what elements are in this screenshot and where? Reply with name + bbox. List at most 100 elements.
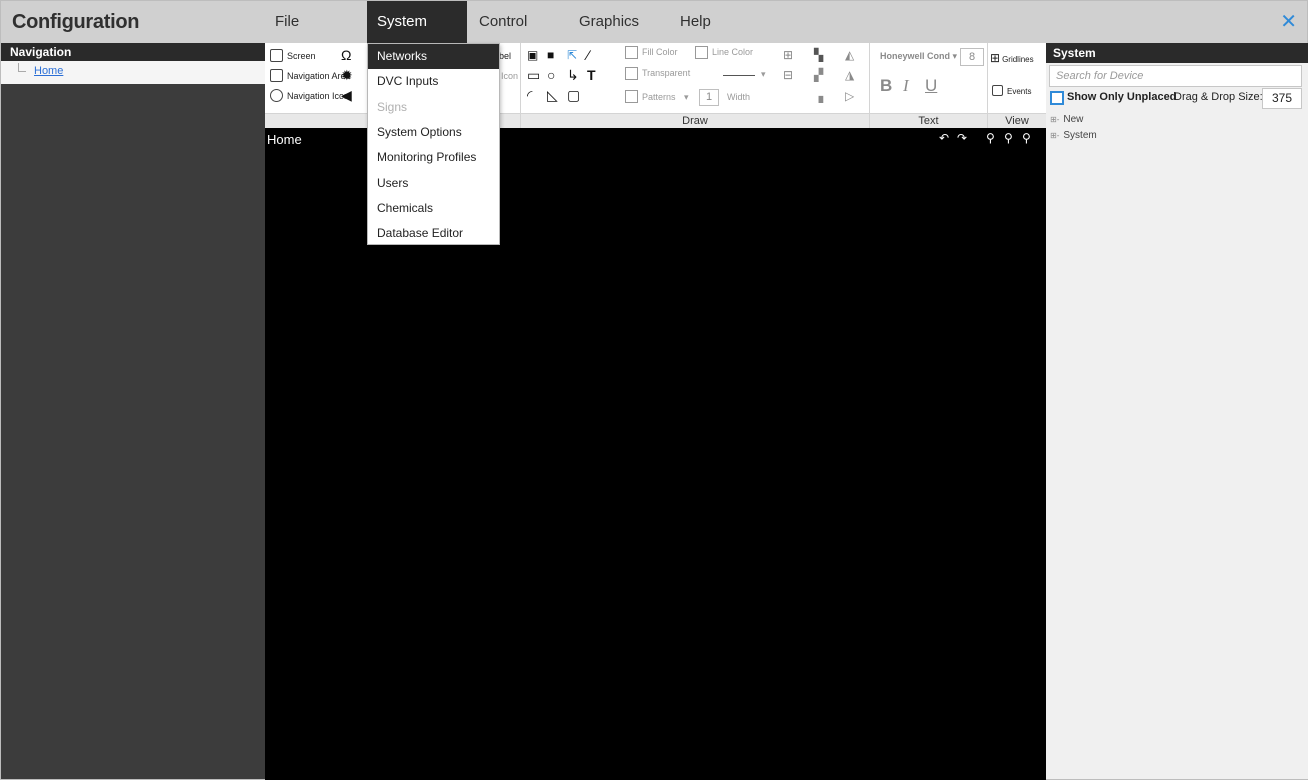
screen-label: Screen (287, 51, 316, 61)
navigation-icon-label: Navigation Icon (287, 91, 350, 101)
expand-icon[interactable]: ⊞- (1050, 131, 1059, 140)
line-icon[interactable]: ∕ (587, 47, 589, 63)
line-style-preview[interactable] (723, 75, 755, 76)
bring-front-icon[interactable]: ■ (547, 47, 554, 63)
transparent-label: Transparent (642, 68, 691, 78)
app-title: Configuration (12, 11, 140, 33)
text-tool-icon[interactable]: T (587, 67, 596, 83)
system-tree-item-new[interactable]: ⊞- New (1050, 114, 1083, 125)
screen-icon (270, 49, 283, 63)
navigation-icon-button[interactable]: Navigation Icon (270, 88, 349, 104)
navigation-area-button[interactable]: Navigation Area (270, 68, 351, 84)
navigation-pane: Navigation Home (1, 43, 265, 779)
show-unplaced-label: Show Only Unplaced (1067, 91, 1177, 103)
width-input[interactable]: 1 (699, 89, 719, 106)
zoom-in-icon[interactable]: ⚲ (986, 131, 995, 145)
speaker-icon[interactable]: ◀ (341, 87, 352, 103)
menu-item-networks[interactable]: Networks (368, 44, 499, 70)
gridlines-label: Gridlines (1002, 55, 1034, 64)
menu-control[interactable]: Control (469, 1, 569, 43)
menu-item-system-options[interactable]: System Options (368, 120, 499, 145)
events-icon (992, 85, 1003, 97)
system-menu-dropdown: Networks DVC Inputs Signs System Options… (367, 43, 500, 245)
menu-graphics[interactable]: Graphics (569, 1, 669, 43)
menu-item-users[interactable]: Users (368, 171, 499, 196)
draw-footer: Draw (521, 113, 869, 128)
polyline-icon[interactable]: ↳ (567, 67, 579, 83)
fill-color-swatch[interactable] (625, 46, 638, 59)
patterns-dropdown-icon[interactable]: ▾ (684, 92, 689, 103)
flip-vertical-icon[interactable]: ▷ (845, 89, 854, 103)
show-unplaced-checkbox[interactable] (1050, 91, 1064, 105)
patterns-swatch[interactable] (625, 90, 638, 103)
italic-button[interactable]: I (903, 76, 909, 96)
screen-button[interactable]: Screen (270, 48, 316, 64)
app-window: Configuration File System Control Graphi… (0, 0, 1308, 780)
drag-drop-size-label: Drag & Drop Size: (1174, 91, 1263, 103)
font-family-select[interactable]: Honeywell Cond ▾ (880, 51, 957, 62)
menu-system[interactable]: System (367, 1, 467, 43)
underline-button[interactable]: U (925, 76, 937, 96)
line-style-dropdown-icon[interactable]: ▾ (761, 69, 766, 80)
ribbon-symbol-icon[interactable]: Ω (341, 47, 351, 63)
image-icon[interactable]: ▣ (527, 47, 538, 63)
menu-item-database-editor[interactable]: Database Editor (368, 221, 499, 246)
compass-icon (270, 89, 283, 103)
events-button[interactable]: Events (992, 84, 1031, 100)
canvas-title: Home (267, 132, 302, 147)
navigation-tree: Home (1, 61, 265, 84)
menu-item-dvc-inputs[interactable]: DVC Inputs (368, 69, 499, 94)
expand-icon[interactable]: ⊞- (1050, 115, 1059, 124)
polygon-icon[interactable]: ◺ (547, 87, 558, 103)
ribbon-group-view: ⊞ Gridlines Events View (988, 43, 1046, 128)
group-icon[interactable]: ▞ (814, 68, 823, 82)
nav-item-home[interactable]: Home (34, 65, 63, 77)
grid-icon: ⊞ (990, 51, 1001, 65)
width-label: Width (727, 92, 751, 102)
rounded-rect-icon[interactable]: ▢ (567, 87, 580, 103)
bold-button[interactable]: B (880, 76, 892, 96)
send-backward-icon[interactable]: ▗ (814, 89, 823, 103)
line-color-swatch[interactable] (695, 46, 708, 59)
drag-drop-size-input[interactable]: 375 (1262, 88, 1302, 109)
patterns-label: Patterns (642, 92, 676, 102)
settings-icon[interactable]: ✹ (341, 67, 353, 83)
menu-help[interactable]: Help (670, 1, 750, 43)
redo-icon[interactable]: ↷ (957, 131, 967, 145)
pointer-icon[interactable]: ⇱ (567, 47, 577, 63)
icon-button[interactable]: Icon (501, 68, 518, 84)
rotate-icon[interactable]: ◭ (845, 48, 854, 62)
navigation-header: Navigation (1, 43, 265, 61)
system-tree-label: New (1063, 114, 1084, 125)
align-icon[interactable]: ⊞ (783, 48, 793, 62)
zoom-fit-icon[interactable]: ⚲ (1022, 131, 1031, 145)
gridlines-button[interactable]: ⊞ Gridlines (990, 50, 1034, 66)
ribbon-group-draw: ▣ ■ ⇱ ∕ ▭ ○ ↳ T ◜ ◺ ▢ Fill Color Transpa… (521, 43, 870, 128)
flip-horizontal-icon[interactable]: ◮ (845, 68, 854, 82)
line-color-label: Line Color (712, 47, 754, 57)
ellipse-icon[interactable]: ○ (547, 67, 555, 83)
system-header: System (1046, 43, 1308, 63)
system-pane: System Show Only Unplaced Drag & Drop Si… (1046, 43, 1308, 779)
system-tree-item-system[interactable]: ⊞- System (1050, 130, 1097, 141)
undo-icon[interactable]: ↶ (939, 131, 949, 145)
menu-item-monitoring-profiles[interactable]: Monitoring Profiles (368, 145, 499, 170)
rectangle-icon[interactable]: ▭ (527, 67, 540, 83)
font-family-value: Honeywell Cond (880, 51, 951, 61)
arc-icon[interactable]: ◜ (527, 87, 532, 103)
close-icon[interactable]: ✕ (1280, 11, 1297, 33)
menu-bar: Configuration File System Control Graphi… (1, 1, 1307, 43)
fill-color-label: Fill Color (642, 47, 678, 57)
menu-item-chemicals[interactable]: Chemicals (368, 196, 499, 221)
menu-file[interactable]: File (265, 1, 365, 43)
events-label: Events (1007, 87, 1032, 96)
label-button[interactable]: bel (499, 48, 511, 64)
device-search-input[interactable] (1049, 65, 1302, 87)
font-size-input[interactable]: 8 (960, 48, 984, 66)
transparent-checkbox[interactable] (625, 67, 638, 80)
ribbon-group-text: Honeywell Cond ▾ 8 B I U Text (870, 43, 988, 128)
bring-forward-icon[interactable]: ▚ (814, 48, 823, 62)
distribute-icon[interactable]: ⊟ (783, 68, 793, 82)
zoom-out-icon[interactable]: ⚲ (1004, 131, 1013, 145)
system-tree-label: System (1063, 130, 1097, 141)
